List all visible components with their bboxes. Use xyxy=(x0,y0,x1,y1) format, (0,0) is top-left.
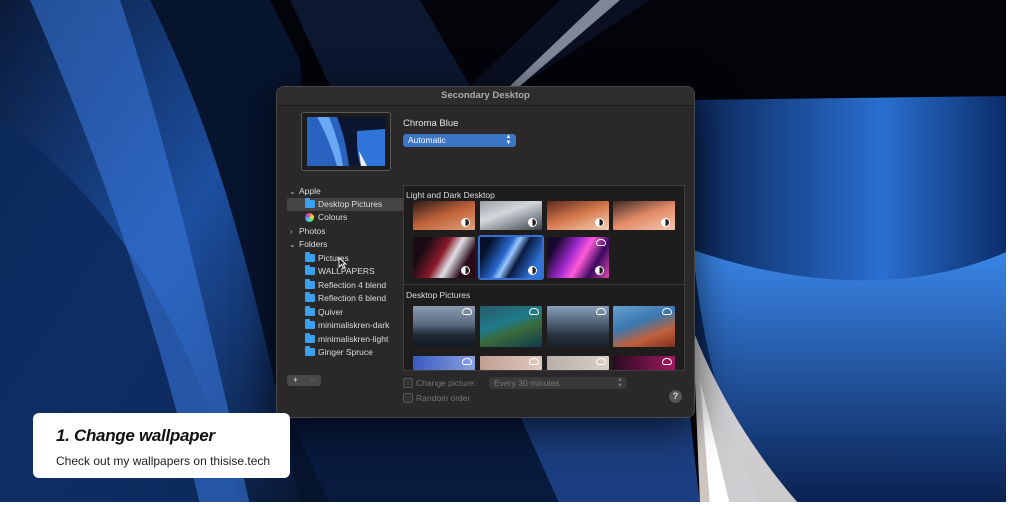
sidebar-item-label: minimaliskren-light xyxy=(318,334,389,344)
remove-folder-button[interactable]: − xyxy=(304,375,321,386)
change-picture-label: Change picture: xyxy=(416,378,477,388)
updown-chevron-icon: ▲ ▼ xyxy=(505,134,512,146)
folder-icon xyxy=(305,279,315,289)
wallpaper-thumbnail[interactable] xyxy=(480,201,542,230)
change-interval-select[interactable]: Every 30 minutes ▲ ▼ xyxy=(489,377,627,389)
folder-icon xyxy=(305,252,315,262)
add-folder-button[interactable]: + xyxy=(287,375,304,386)
folder-icon xyxy=(305,319,315,329)
light-dark-icon xyxy=(528,266,537,275)
change-picture-checkbox[interactable] xyxy=(403,378,413,388)
wallpaper-thumbnail[interactable] xyxy=(613,306,675,347)
wallpaper-thumbnail[interactable] xyxy=(547,237,609,278)
sidebar-item-label: Ginger Spruce xyxy=(318,347,373,357)
folder-icon xyxy=(305,346,315,356)
sidebar-item-reflection-4-blend[interactable]: Reflection 4 blend xyxy=(287,279,403,292)
source-sidebar: ⌄ Apple Desktop Pictures Colours › Photo… xyxy=(287,185,403,370)
light-dark-icon xyxy=(461,218,470,227)
cloud-download-icon xyxy=(529,358,539,365)
light-dark-icon xyxy=(528,218,537,227)
wallpaper-gallery: Light and Dark Desktop Desktop Pictures xyxy=(403,185,685,371)
mouse-pointer-icon xyxy=(338,257,347,269)
section-divider xyxy=(404,284,684,285)
random-order-label: Random order xyxy=(416,393,471,403)
appearance-mode-select[interactable]: Automatic ▲ ▼ xyxy=(403,134,516,147)
cloud-download-icon xyxy=(462,358,472,365)
sidebar-item-colours[interactable]: Colours xyxy=(287,211,403,224)
folder-icon xyxy=(305,198,315,208)
folder-icon xyxy=(305,265,315,275)
wallpaper-thumbnail[interactable] xyxy=(480,306,542,347)
sidebar-item-label: Quiver xyxy=(318,307,344,317)
random-order-checkbox[interactable] xyxy=(403,393,413,403)
sidebar-item-reflection-6-blend[interactable]: Reflection 6 blend xyxy=(287,292,403,305)
help-button[interactable]: ? xyxy=(669,390,682,403)
caption-title: 1. Change wallpaper xyxy=(56,426,215,445)
window-title: Secondary Desktop xyxy=(277,87,694,106)
wallpaper-thumbnail[interactable] xyxy=(480,356,542,370)
wallpaper-thumbnail[interactable] xyxy=(613,356,675,370)
folder-icon xyxy=(305,292,315,302)
sidebar-item-label: Desktop Pictures xyxy=(318,199,383,209)
appearance-mode-value: Automatic xyxy=(408,135,446,145)
sidebar-item-label: Reflection 4 blend xyxy=(318,280,387,290)
sidebar-item-minimaliskren-dark[interactable]: minimaliskren-dark xyxy=(287,319,403,332)
folder-icon xyxy=(305,306,315,316)
sidebar-item-label: Colours xyxy=(318,212,348,222)
cloud-download-icon xyxy=(596,308,606,315)
wallpaper-thumbnail[interactable] xyxy=(613,201,675,230)
sidebar-group-label: Apple xyxy=(299,186,321,196)
light-dark-icon xyxy=(595,218,604,227)
chevron-right-icon[interactable]: › xyxy=(290,225,293,238)
chevron-down-icon[interactable]: ⌄ xyxy=(289,238,296,251)
light-dark-icon xyxy=(661,218,670,227)
sidebar-item-minimaliskren-light[interactable]: minimaliskren-light xyxy=(287,333,403,346)
sidebar-item-quiver[interactable]: Quiver xyxy=(287,306,403,319)
sidebar-item-label: Reflection 6 blend xyxy=(318,293,387,303)
wallpaper-thumbnail[interactable] xyxy=(547,201,609,230)
cloud-download-icon xyxy=(529,308,539,315)
chevron-down-icon[interactable]: ⌄ xyxy=(289,185,296,198)
wallpaper-thumbnail[interactable] xyxy=(413,306,475,347)
add-remove-control: + − xyxy=(287,375,321,386)
desktop-settings-window: Secondary Desktop Chroma Blue Automatic … xyxy=(276,86,695,418)
sidebar-group-label: Photos xyxy=(299,226,326,236)
sidebar-group-photos[interactable]: › Photos xyxy=(287,225,403,238)
folder-icon xyxy=(305,333,315,343)
wallpaper-thumbnail[interactable] xyxy=(413,237,475,278)
wallpaper-name: Chroma Blue xyxy=(403,118,459,129)
wallpaper-thumbnail[interactable] xyxy=(413,356,475,370)
cloud-download-icon xyxy=(662,358,672,365)
cloud-download-icon xyxy=(596,358,606,365)
sidebar-group-folders[interactable]: ⌄ Folders xyxy=(287,238,403,251)
sidebar-group-apple[interactable]: ⌄ Apple xyxy=(287,185,403,198)
tutorial-caption-card: 1. Change wallpaper Check out my wallpap… xyxy=(33,413,290,478)
section-heading-light-dark: Light and Dark Desktop xyxy=(406,190,495,200)
change-interval-value: Every 30 minutes xyxy=(494,378,560,388)
cloud-download-icon xyxy=(662,308,672,315)
wallpaper-thumbnail-chroma-blue[interactable] xyxy=(478,235,544,280)
sidebar-item-ginger-spruce[interactable]: Ginger Spruce xyxy=(287,346,403,359)
sidebar-item-label: minimaliskren-dark xyxy=(318,320,390,330)
cloud-download-icon xyxy=(462,308,472,315)
light-dark-icon xyxy=(461,266,470,275)
wallpaper-preview xyxy=(301,112,391,171)
updown-chevron-icon: ▲ ▼ xyxy=(617,377,623,389)
sidebar-group-label: Folders xyxy=(299,239,328,249)
wallpaper-thumbnail[interactable] xyxy=(547,356,609,370)
screen-edge xyxy=(1006,0,1011,505)
section-heading-desktop-pictures: Desktop Pictures xyxy=(406,290,471,300)
colour-wheel-icon xyxy=(305,213,314,222)
caption-subtitle: Check out my wallpapers on thisise.tech xyxy=(56,454,271,468)
light-dark-icon xyxy=(595,266,604,275)
wallpaper-thumbnail[interactable] xyxy=(547,306,609,347)
cloud-download-icon xyxy=(596,239,606,246)
sidebar-item-desktop-pictures[interactable]: Desktop Pictures xyxy=(287,198,403,211)
wallpaper-thumbnail[interactable] xyxy=(413,201,475,230)
